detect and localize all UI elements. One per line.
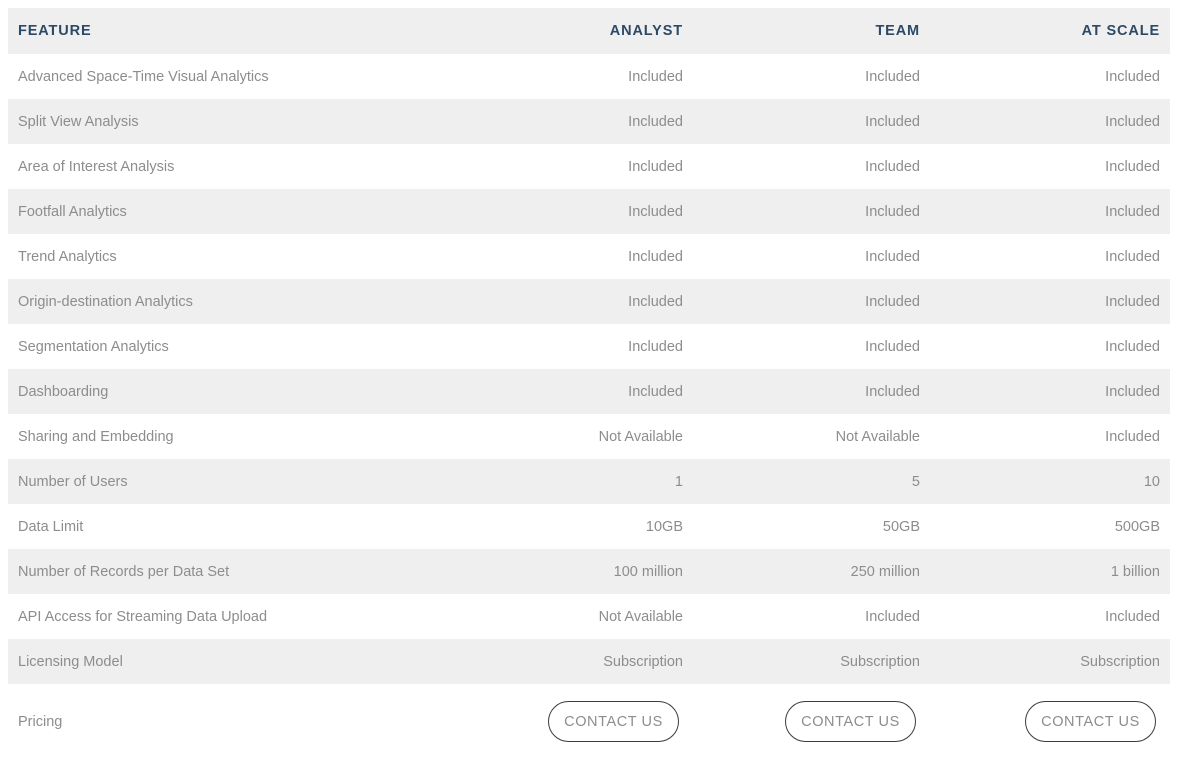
cell-at-scale: Included bbox=[1105, 383, 1160, 400]
feature-name: Origin-destination Analytics bbox=[18, 293, 193, 310]
table-row: Advanced Space-Time Visual Analytics Incl… bbox=[8, 54, 1170, 99]
table-row: Segmentation Analytics Included Included In… bbox=[8, 324, 1170, 369]
cell-at-scale: 1 billion bbox=[1110, 563, 1160, 580]
cell-analyst: 10GB bbox=[645, 518, 683, 535]
cell-at-scale: Included bbox=[1105, 68, 1160, 85]
pricing-cell: CONTACT US bbox=[448, 684, 693, 759]
column-header-analyst: ANALYST bbox=[609, 23, 683, 39]
table-row: Trend Analytics Included Included Included bbox=[8, 234, 1170, 279]
table-row: Split View Analysis Included Included Inclu… bbox=[8, 99, 1170, 144]
cell-team: Included bbox=[865, 248, 920, 265]
cell-team: Included bbox=[865, 203, 920, 220]
cell-analyst: Included bbox=[628, 203, 683, 220]
contact-us-button-at-scale[interactable]: CONTACT US bbox=[1025, 701, 1156, 742]
cell-analyst: Included bbox=[628, 158, 683, 175]
cell-at-scale: Included bbox=[1105, 608, 1160, 625]
cell-at-scale: Included bbox=[1105, 248, 1160, 265]
table-row: Number of Records per Data Set 100 millio… bbox=[8, 549, 1170, 594]
cell-at-scale: Included bbox=[1105, 203, 1160, 220]
pricing-cell: CONTACT US bbox=[693, 684, 930, 759]
table-row: Origin-destination Analytics Included Incl… bbox=[8, 279, 1170, 324]
cell-analyst: Subscription bbox=[603, 653, 683, 670]
feature-name: Split View Analysis bbox=[18, 113, 139, 130]
cell-team: Not Available bbox=[835, 428, 920, 445]
column-header-at-scale: AT SCALE bbox=[1081, 23, 1160, 39]
cell-at-scale: 500GB bbox=[1114, 518, 1160, 535]
table-row: Footfall Analytics Included Included Includ… bbox=[8, 189, 1170, 234]
cell-analyst: Included bbox=[628, 248, 683, 265]
cell-team: 250 million bbox=[850, 563, 920, 580]
table-body: Advanced Space-Time Visual Analytics Incl… bbox=[8, 54, 1170, 759]
table-row: Licensing Model Subscription Subscription S… bbox=[8, 639, 1170, 684]
feature-name: Trend Analytics bbox=[18, 248, 117, 265]
cell-team: Included bbox=[865, 608, 920, 625]
feature-name: Advanced Space-Time Visual Analytics bbox=[18, 68, 269, 85]
cell-analyst: 1 bbox=[674, 473, 683, 490]
pricing-comparison-page: FEATURE ANALYST TEAM AT SCALE Advanced S… bbox=[0, 0, 1190, 759]
cell-at-scale: 10 bbox=[1143, 473, 1160, 490]
cell-team: 50GB bbox=[882, 518, 920, 535]
cell-at-scale: Included bbox=[1105, 158, 1160, 175]
cell-team: Subscription bbox=[840, 653, 920, 670]
table-row: API Access for Streaming Data Upload Not … bbox=[8, 594, 1170, 639]
cell-team: Included bbox=[865, 113, 920, 130]
feature-name: Sharing and Embedding bbox=[18, 428, 174, 445]
table-row: Dashboarding Included Included Included bbox=[8, 369, 1170, 414]
contact-us-button-team[interactable]: CONTACT US bbox=[785, 701, 916, 742]
cell-analyst: Included bbox=[628, 68, 683, 85]
cell-analyst: Included bbox=[628, 383, 683, 400]
cell-team: Included bbox=[865, 293, 920, 310]
table-row: Number of Users 1 5 10 bbox=[8, 459, 1170, 504]
cell-analyst: Included bbox=[628, 338, 683, 355]
cell-team: Included bbox=[865, 68, 920, 85]
pricing-row: Pricing CONTACT US CONTACT US CONTACT US bbox=[8, 684, 1170, 759]
cell-team: Included bbox=[865, 158, 920, 175]
cell-analyst: 100 million bbox=[613, 563, 683, 580]
cell-analyst: Not Available bbox=[598, 608, 683, 625]
pricing-label: Pricing bbox=[18, 713, 63, 730]
cell-team: 5 bbox=[911, 473, 920, 490]
feature-name: Segmentation Analytics bbox=[18, 338, 169, 355]
feature-name: Number of Records per Data Set bbox=[18, 563, 230, 580]
button-wrapper: CONTACT US bbox=[703, 701, 920, 742]
cell-at-scale: Subscription bbox=[1080, 653, 1160, 670]
pricing-cell: CONTACT US bbox=[930, 684, 1170, 759]
header-row: FEATURE ANALYST TEAM AT SCALE bbox=[8, 8, 1170, 54]
cell-analyst: Included bbox=[628, 113, 683, 130]
table-header: FEATURE ANALYST TEAM AT SCALE bbox=[8, 8, 1170, 54]
feature-name: Number of Users bbox=[18, 473, 128, 490]
column-header-feature: FEATURE bbox=[18, 23, 92, 39]
plan-comparison-table: FEATURE ANALYST TEAM AT SCALE Advanced S… bbox=[8, 8, 1170, 759]
column-header-team: TEAM bbox=[875, 23, 920, 39]
cell-analyst: Included bbox=[628, 293, 683, 310]
feature-name: Area of Interest Analysis bbox=[18, 158, 175, 175]
cell-at-scale: Included bbox=[1105, 428, 1160, 445]
table-row: Data Limit 10GB 50GB 500GB bbox=[8, 504, 1170, 549]
feature-name: Data Limit bbox=[18, 518, 84, 535]
feature-name: Footfall Analytics bbox=[18, 203, 127, 220]
cell-at-scale: Included bbox=[1105, 113, 1160, 130]
button-wrapper: CONTACT US bbox=[458, 701, 683, 742]
cell-team: Included bbox=[865, 383, 920, 400]
button-wrapper: CONTACT US bbox=[940, 701, 1160, 742]
feature-name: API Access for Streaming Data Upload bbox=[18, 608, 268, 625]
table-row: Area of Interest Analysis Included Include… bbox=[8, 144, 1170, 189]
table-row: Sharing and Embedding Not Available Not Av… bbox=[8, 414, 1170, 459]
feature-name: Licensing Model bbox=[18, 653, 123, 670]
cell-at-scale: Included bbox=[1105, 338, 1160, 355]
cell-at-scale: Included bbox=[1105, 293, 1160, 310]
feature-name: Dashboarding bbox=[18, 383, 109, 400]
cell-analyst: Not Available bbox=[598, 428, 683, 445]
contact-us-button-analyst[interactable]: CONTACT US bbox=[548, 701, 679, 742]
cell-team: Included bbox=[865, 338, 920, 355]
